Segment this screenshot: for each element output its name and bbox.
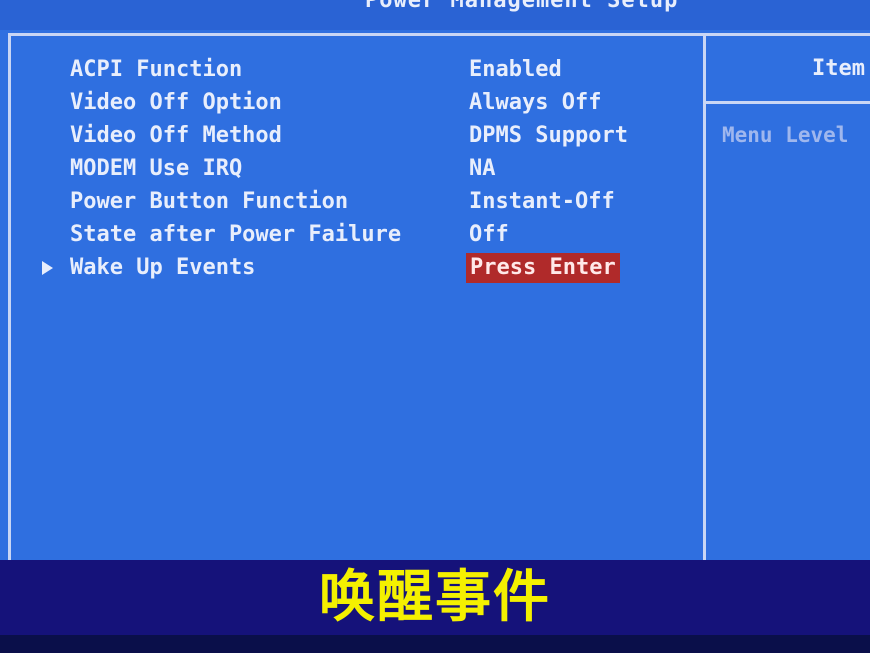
setting-value[interactable]: DPMS Support — [469, 121, 628, 151]
title-bar: Power Management Setup — [0, 0, 870, 30]
bottom-strip — [0, 635, 870, 653]
setting-row-acpi-function[interactable]: ACPI Function Enabled — [0, 55, 700, 87]
setting-row-modem-use-irq[interactable]: MODEM Use IRQ NA — [0, 154, 700, 186]
panel-divider — [703, 36, 706, 561]
item-help-title: Item — [812, 56, 865, 81]
setting-row-state-after-power-failure[interactable]: State after Power Failure Off — [0, 220, 700, 252]
setting-row-video-off-option[interactable]: Video Off Option Always Off — [0, 88, 700, 120]
setting-value[interactable]: Always Off — [469, 88, 601, 118]
setting-row-wake-up-events[interactable]: Wake Up Events Press Enter — [0, 253, 700, 285]
setting-value[interactable]: Off — [469, 220, 509, 250]
submenu-pointer-icon — [42, 261, 53, 275]
setting-label: ACPI Function — [70, 57, 243, 82]
help-divider — [706, 101, 870, 104]
setting-label: Video Off Option — [70, 90, 282, 115]
setting-value[interactable]: NA — [469, 154, 496, 184]
setting-row-video-off-method[interactable]: Video Off Method DPMS Support — [0, 121, 700, 153]
video-subtitle: 唤醒事件 — [319, 565, 551, 630]
setting-row-power-button-function[interactable]: Power Button Function Instant-Off — [0, 187, 700, 219]
bios-screen: Power Management Setup Item Menu Level A… — [0, 0, 870, 653]
setting-value-selected[interactable]: Press Enter — [466, 253, 620, 283]
setting-label: Power Button Function — [70, 189, 349, 214]
setting-label: MODEM Use IRQ — [70, 156, 243, 181]
setting-label: State after Power Failure — [70, 222, 402, 247]
setting-value[interactable]: Enabled — [469, 55, 562, 85]
setting-value[interactable]: Instant-Off — [469, 187, 615, 217]
menu-level-label: Menu Level — [722, 123, 849, 147]
setting-label: Video Off Method — [70, 123, 282, 148]
setting-label: Wake Up Events — [70, 255, 256, 280]
page-title: Power Management Setup — [365, 0, 679, 13]
